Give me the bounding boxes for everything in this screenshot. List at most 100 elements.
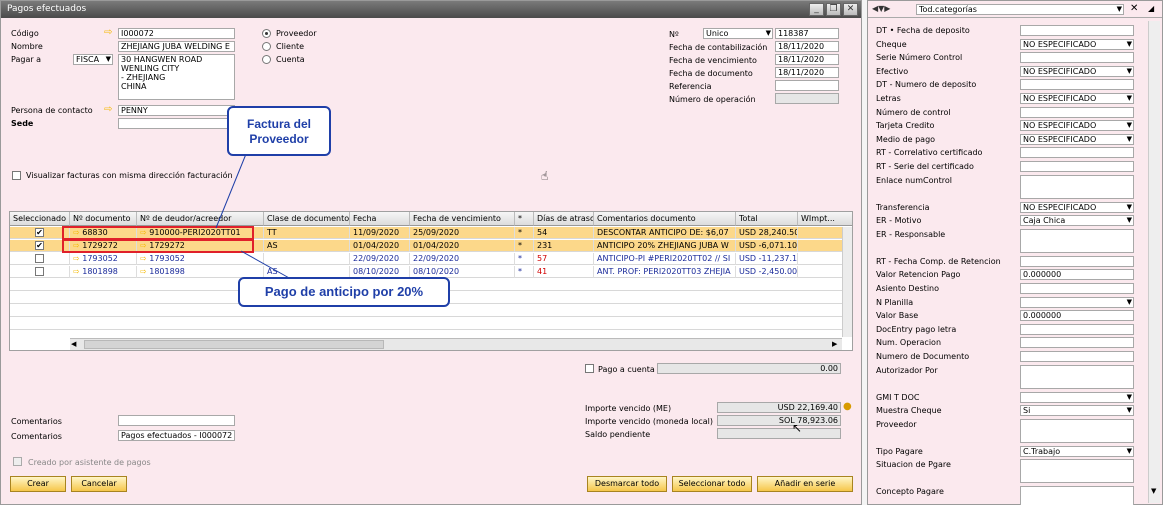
callout-factura: Factura del Proveedor — [227, 106, 331, 156]
side-field-value: NO ESPECIFICADO — [1023, 134, 1097, 144]
side-field-label: Situacion de Pgare — [876, 460, 951, 470]
callout-pointer-factura — [215, 153, 247, 229]
side-field-input[interactable]: NO ESPECIFICADO ▼ — [1020, 201, 1134, 213]
category-select[interactable]: Tod.categorías ▼ — [916, 4, 1124, 15]
panel-expand-icon[interactable]: ◢ — [1148, 4, 1154, 13]
side-field-input[interactable] — [1020, 161, 1134, 172]
side-field-input[interactable] — [1020, 147, 1134, 159]
callout-anticipo: Pago de anticipo por 20% — [238, 277, 450, 307]
side-field-label: Cheque — [876, 39, 907, 49]
side-field-input[interactable]: C.Trabajo ▼ — [1020, 445, 1134, 457]
pago-cuenta-checkbox[interactable] — [585, 364, 594, 373]
importe-ml-field[interactable]: SOL 78,923.06 — [717, 415, 841, 426]
side-field-input[interactable]: Si ▼ — [1020, 405, 1134, 417]
chevron-down-icon: ▼ — [1126, 121, 1132, 130]
side-field-label: Valor Retencion Pago — [876, 270, 961, 280]
side-field-value: 0.000000 — [1023, 311, 1062, 321]
side-field-input[interactable]: ▼ — [1020, 296, 1134, 308]
side-field-input[interactable]: NO ESPECIFICADO ▼ — [1020, 38, 1134, 50]
side-field-input[interactable]: ▼ — [1020, 391, 1134, 403]
side-field-input[interactable] — [1020, 283, 1134, 294]
comentarios1-field[interactable] — [118, 415, 235, 426]
side-field-input[interactable] — [1020, 25, 1134, 36]
crear-button[interactable]: Crear — [10, 476, 66, 492]
side-field-input[interactable]: Caja Chica ▼ — [1020, 215, 1134, 227]
chevron-down-icon: ▼ — [1126, 94, 1132, 102]
side-field-label: ER - Motivo — [876, 216, 922, 226]
panel-close-icon[interactable]: ✕ — [1130, 3, 1138, 14]
side-field-input[interactable] — [1020, 486, 1134, 505]
side-field-label: DT - Numero de deposito — [876, 80, 977, 90]
importe-me-label: Importe vencido (ME) — [585, 404, 672, 413]
chevron-down-icon: ▼ — [1126, 406, 1132, 415]
side-field-input[interactable] — [1020, 79, 1134, 91]
side-field-input[interactable]: 0.000000 — [1020, 269, 1134, 281]
side-field-input[interactable]: NO ESPECIFICADO ▼ — [1020, 120, 1134, 132]
chevron-down-icon: ▼ — [1126, 66, 1132, 75]
comentarios2-field[interactable]: Pagos efectuados - I000072 — [118, 430, 235, 441]
cancelar-button[interactable]: Cancelar — [71, 476, 127, 492]
desmarcar-button[interactable]: Desmarcar todo — [587, 476, 667, 492]
side-field-label: ER - Responsable — [876, 229, 946, 239]
chevron-down-icon: ▼ — [1116, 5, 1122, 13]
creado-checkbox — [13, 457, 22, 466]
side-field-input[interactable] — [1020, 337, 1134, 349]
side-field-input[interactable] — [1020, 52, 1134, 64]
side-field-label: DocEntry pago letra — [876, 324, 957, 334]
side-field-label: Enlace numControl — [876, 175, 952, 185]
side-field-label: Proveedor — [876, 419, 917, 429]
chevron-down-icon: ▼ — [1126, 297, 1132, 306]
side-field-value: Caja Chica — [1023, 216, 1066, 226]
side-field-label: N Planilla — [876, 297, 914, 307]
side-field-input[interactable] — [1020, 364, 1134, 389]
side-field-input[interactable]: 0.000000 — [1020, 310, 1134, 322]
side-field-input[interactable] — [1020, 323, 1134, 335]
side-field-label: Transferencia — [876, 202, 930, 212]
side-field-input[interactable] — [1020, 351, 1134, 362]
side-field-input[interactable] — [1020, 106, 1134, 118]
side-field-value: NO ESPECIFICADO — [1023, 121, 1097, 131]
side-field-label: Número de control — [876, 107, 951, 117]
side-field-label: Letras — [876, 94, 901, 103]
importe-me-field[interactable]: USD 22,169.40 — [717, 402, 841, 413]
chevron-down-icon: ▼ — [1126, 446, 1132, 455]
side-field-input[interactable] — [1020, 255, 1134, 267]
coins-icon[interactable]: ● — [843, 401, 852, 412]
side-field-label: Efectivo — [876, 66, 909, 76]
side-field-input[interactable] — [1020, 418, 1134, 443]
panel-scrollbar[interactable]: ▼ — [1148, 21, 1160, 503]
scroll-down-icon[interactable]: ▼ — [1151, 487, 1156, 495]
side-field-input[interactable]: NO ESPECIFICADO ▼ — [1020, 65, 1134, 77]
side-field-label: RT - Serie del certificado — [876, 162, 974, 171]
anadir-serie-button[interactable]: Añadir en serie — [757, 476, 853, 492]
side-field-label: Medio de pago — [876, 134, 936, 144]
creado-label: Creado por asistente de pagos — [28, 458, 151, 467]
side-field-label: Muestra Cheque — [876, 406, 942, 416]
side-field-label: GMI T DOC — [876, 392, 920, 402]
seleccionar-button[interactable]: Seleccionar todo — [672, 476, 752, 492]
side-field-label: Num. Operacion — [876, 338, 942, 348]
chevron-down-icon: ▼ — [1126, 134, 1132, 143]
panel-divider — [868, 17, 1162, 18]
saldo-field[interactable] — [717, 428, 841, 439]
side-field-value: NO ESPECIFICADO — [1023, 39, 1097, 49]
side-field-label: RT - Correlativo certificado — [876, 148, 983, 158]
comentarios2-label: Comentarios — [11, 432, 62, 441]
side-field-input[interactable] — [1020, 174, 1134, 199]
side-field-input[interactable]: NO ESPECIFICADO ▼ — [1020, 133, 1134, 145]
side-field-label: RT - Fecha Comp. de Retencion — [876, 256, 1001, 266]
side-field-label: Asiento Destino — [876, 284, 940, 293]
side-field-label: Numero de Documento — [876, 352, 970, 361]
panel-nav-icons[interactable]: ◀▼▶ — [872, 4, 890, 13]
side-field-input[interactable]: NO ESPECIFICADO ▼ — [1020, 93, 1134, 104]
chevron-down-icon: ▼ — [1126, 392, 1132, 401]
side-field-input[interactable] — [1020, 228, 1134, 253]
side-field-input[interactable] — [1020, 459, 1134, 484]
pago-cuenta-label: Pago a cuenta — [598, 365, 655, 374]
callout-pointer-anticipo — [240, 250, 292, 280]
chevron-down-icon: ▼ — [1126, 39, 1132, 48]
user-fields-panel: ◀▼▶ Tod.categorías ▼ ✕ ◢ ▼ DT • Fecha de … — [867, 0, 1163, 505]
pago-cuenta-field[interactable]: 0.00 — [657, 363, 841, 374]
side-field-label: Concepto Pagare — [876, 487, 944, 497]
side-field-label: Tarjeta Credito — [876, 121, 935, 131]
